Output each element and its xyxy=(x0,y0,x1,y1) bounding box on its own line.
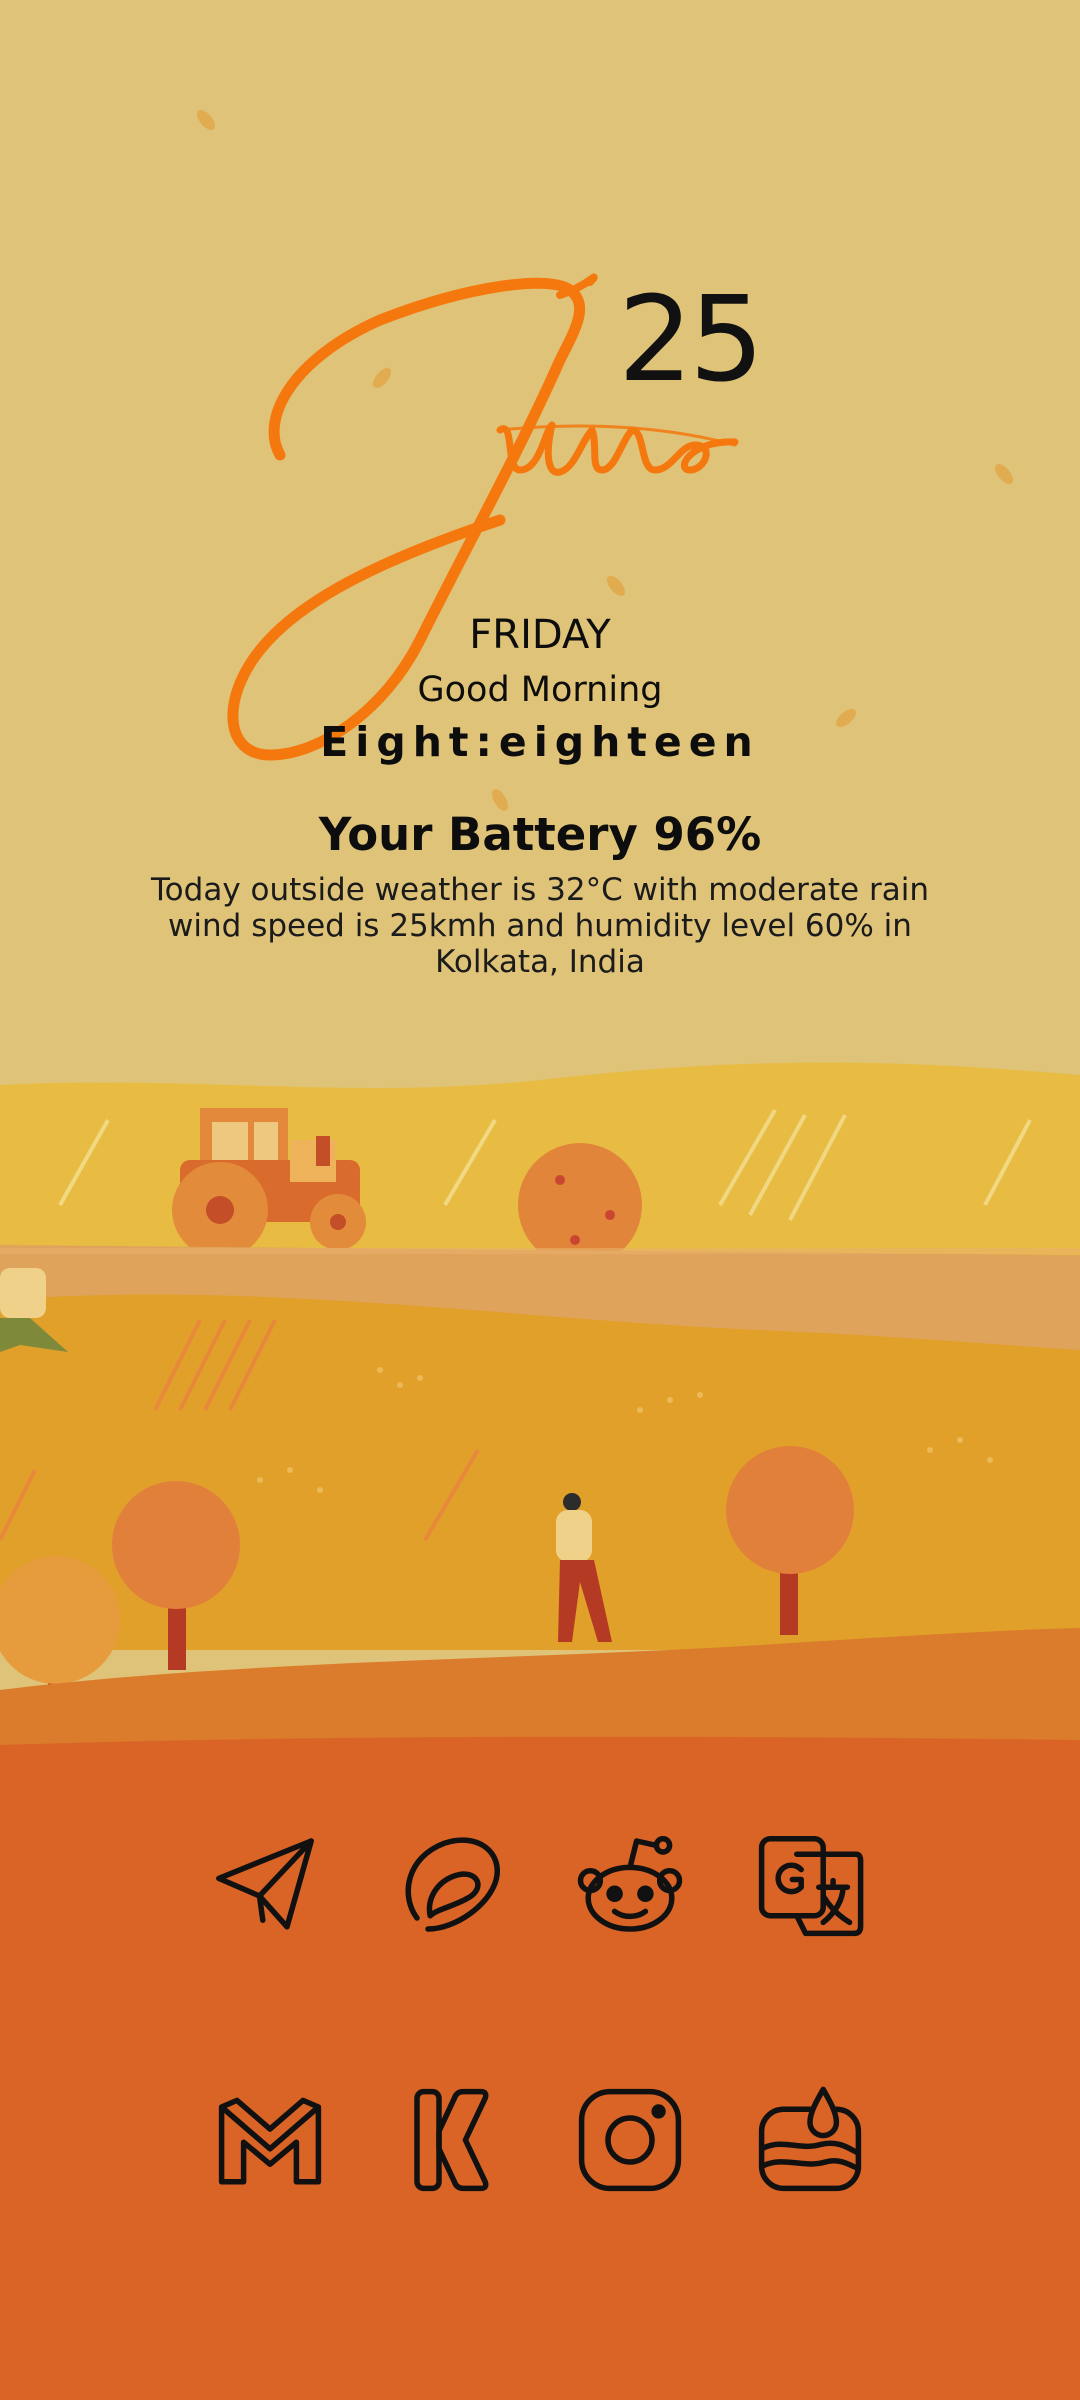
pocket-casts-icon xyxy=(405,1837,500,1932)
battery-status: Your Battery 96% xyxy=(318,808,762,861)
pocket-casts-app-icon[interactable]: Pocket Casts xyxy=(385,1820,515,1950)
weather-app-icon-glyph xyxy=(758,2086,862,2192)
weather-summary: Today outside weather is 32°C with moder… xyxy=(151,872,929,980)
gmail-icon xyxy=(218,2097,322,2185)
instagram-icon xyxy=(578,2088,682,2192)
telegram-app-icon[interactable]: Telegram xyxy=(200,1820,330,1950)
greeting-text: Good Morning xyxy=(417,670,663,710)
reddit-app-icon[interactable]: Reddit xyxy=(565,1820,695,1950)
gmail-app-icon[interactable]: Gmail xyxy=(205,2075,335,2205)
wallpaper-harvest-scene xyxy=(0,0,1080,2400)
time-in-words: Eight:eighteen xyxy=(320,718,760,766)
kwgt-icon xyxy=(414,2088,489,2192)
translate-app-icon[interactable]: Google Translate xyxy=(745,1820,875,1950)
instagram-app-icon[interactable]: Instagram xyxy=(565,2075,695,2205)
kwgt-app-icon[interactable]: KWGT xyxy=(385,2075,515,2205)
weekday-text: FRIDAY xyxy=(469,612,611,658)
weather-app-icon[interactable]: Weather xyxy=(745,2075,875,2205)
reddit-icon xyxy=(577,1836,683,1932)
telegram-icon xyxy=(216,1838,314,1930)
translate-icon xyxy=(758,1836,864,1937)
day-number: 25 xyxy=(618,270,764,408)
